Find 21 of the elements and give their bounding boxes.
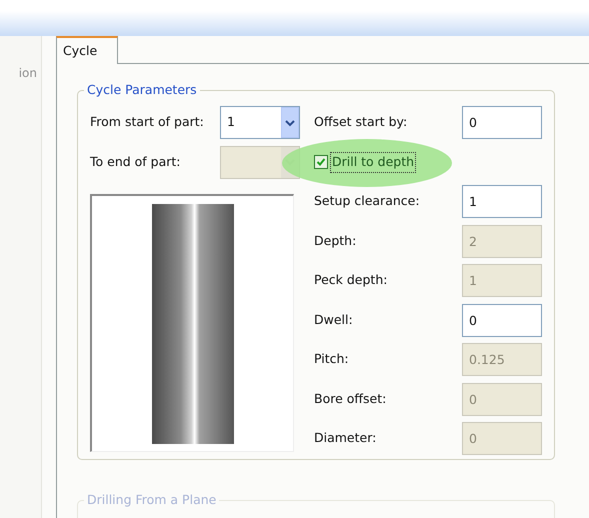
field-label: Offset start by: — [314, 113, 408, 132]
checkbox-label: Drill to depth — [330, 152, 416, 173]
group-title: Cycle Parameters — [84, 82, 200, 98]
field-label: From start of part: — [90, 113, 204, 132]
input-field[interactable]: 1 — [462, 185, 542, 218]
field-label: Setup clearance: — [314, 192, 420, 210]
field-label: To end of part: — [90, 152, 181, 171]
chevron-down-icon — [285, 118, 295, 127]
field-label: Peck depth: — [314, 271, 388, 290]
side-panel-label: ion — [18, 65, 38, 82]
input-field[interactable]: 0 — [462, 304, 542, 337]
field-label: Diameter: — [314, 429, 376, 448]
checkbox[interactable] — [314, 155, 328, 170]
field-label: Bore offset: — [314, 390, 386, 408]
field-label: Dwell: — [314, 310, 353, 329]
group-title: Drilling From a Plane — [84, 492, 220, 508]
field-label: Depth: — [314, 232, 356, 250]
dropdown-field[interactable]: 1 — [220, 106, 300, 140]
field-label: Pitch: — [314, 350, 349, 368]
tab[interactable]: Cycle — [56, 36, 118, 64]
input-field[interactable]: 0 — [462, 106, 542, 140]
